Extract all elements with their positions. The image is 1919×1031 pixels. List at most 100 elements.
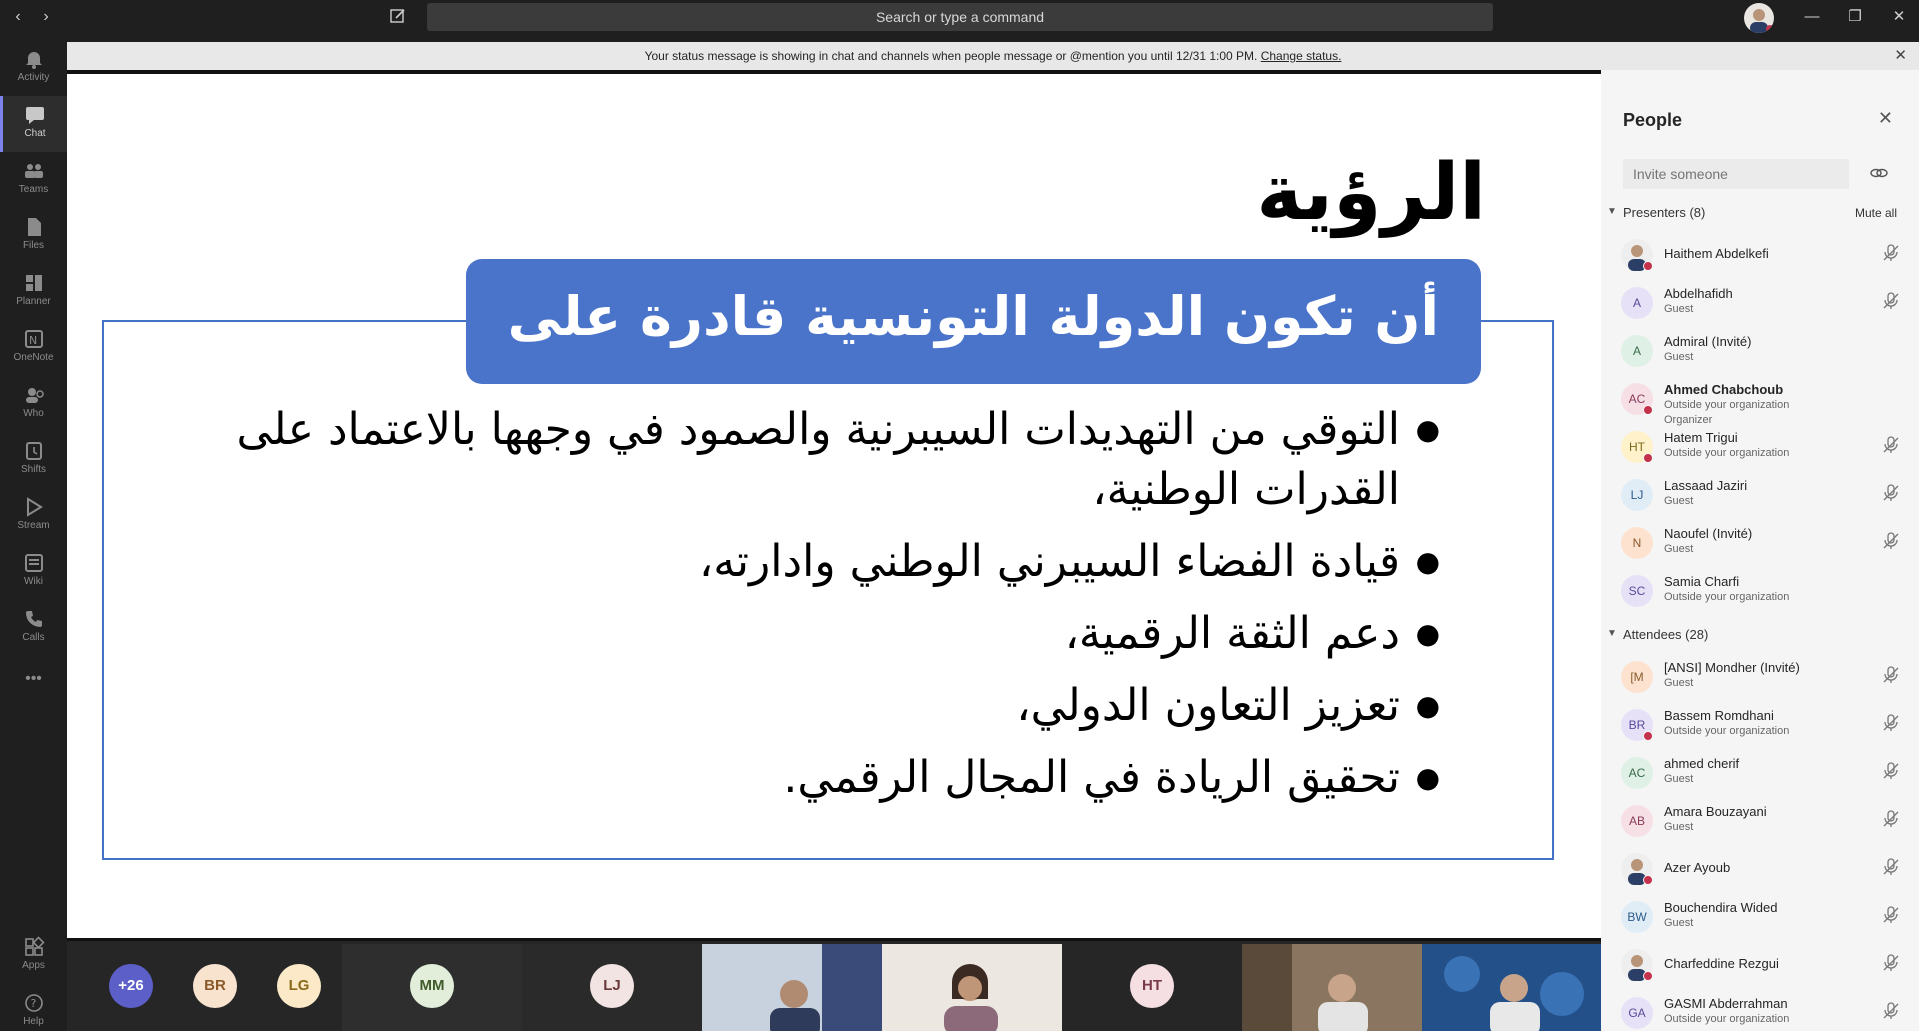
person-role: Guest xyxy=(1664,543,1694,555)
status-dot xyxy=(1643,875,1653,885)
rail-stream[interactable]: Stream xyxy=(0,488,67,544)
participant-tile[interactable]: LG xyxy=(277,944,332,1031)
rail-more[interactable]: ••• xyxy=(0,666,67,696)
mic-muted-icon[interactable] xyxy=(1881,243,1901,263)
person-row[interactable]: SC Samia Charfi Outside your organization xyxy=(1621,569,1906,613)
participant-tile[interactable]: LJ xyxy=(522,944,702,1031)
mic-muted-icon[interactable] xyxy=(1881,1001,1901,1021)
avatar: [M xyxy=(1621,661,1653,693)
mic-muted-icon[interactable] xyxy=(1881,713,1901,733)
avatar: MM xyxy=(410,964,454,1008)
participant-video[interactable] xyxy=(1242,944,1422,1031)
compose-icon[interactable] xyxy=(388,7,408,27)
person-row[interactable]: GA GASMI Abderrahman Outside your organiza… xyxy=(1621,991,1906,1031)
rail-help[interactable]: ? Help xyxy=(0,984,67,1031)
rail-planner[interactable]: Planner xyxy=(0,264,67,320)
bell-icon xyxy=(25,52,42,69)
rail-who[interactable]: Who xyxy=(0,376,67,432)
back-arrow-icon[interactable]: ‹ xyxy=(8,7,28,27)
person-role: Guest xyxy=(1664,773,1694,785)
invite-input[interactable] xyxy=(1623,159,1849,189)
rail-chat[interactable]: Chat xyxy=(0,96,67,152)
person-row[interactable]: N Naoufel (Invité) Guest xyxy=(1621,521,1906,565)
people-panel: People ✕ ▼ Presenters (8) Mute all ▼ Att… xyxy=(1601,70,1919,1031)
avatar: LG xyxy=(277,964,321,1008)
rail-apps[interactable]: Apps xyxy=(0,928,67,984)
rail-activity[interactable]: Activity xyxy=(0,40,67,96)
mic-muted-icon[interactable] xyxy=(1881,809,1901,829)
mic-muted-icon[interactable] xyxy=(1881,905,1901,925)
overflow-count[interactable]: +26 xyxy=(109,964,153,1008)
avatar: N xyxy=(1621,527,1653,559)
slide-bullet: تعزيز التعاون الدولي، xyxy=(200,676,1440,736)
chat-icon xyxy=(26,107,44,124)
avatar: GA xyxy=(1621,997,1653,1029)
person-name: Bouchendira Wided xyxy=(1664,900,1778,915)
change-status-link[interactable]: Change status. xyxy=(1261,49,1342,63)
participant-strip: +26 BR LG MM LJ HT xyxy=(67,938,1601,1031)
person-role: Outside your organization xyxy=(1664,399,1790,411)
person-row[interactable]: A Abdelhafidh Guest xyxy=(1621,281,1906,325)
share-link-icon[interactable] xyxy=(1869,163,1889,183)
presenters-header[interactable]: ▼ Presenters (8) xyxy=(1607,205,1705,220)
files-icon xyxy=(27,218,41,236)
person-role: Outside your organization xyxy=(1664,447,1790,459)
mic-muted-icon[interactable] xyxy=(1881,483,1901,503)
search-input[interactable]: Search or type a command xyxy=(427,3,1493,31)
mute-all-button[interactable]: Mute all xyxy=(1855,206,1897,220)
participant-video[interactable] xyxy=(1422,944,1601,1031)
mic-muted-icon[interactable] xyxy=(1881,665,1901,685)
mic-muted-icon[interactable] xyxy=(1881,953,1901,973)
rail-calls[interactable]: Calls xyxy=(0,600,67,656)
close-icon[interactable]: ✕ xyxy=(1894,42,1907,70)
svg-text:?: ? xyxy=(30,997,36,1010)
person-row[interactable]: AC ahmed cherif Guest xyxy=(1621,751,1906,795)
forward-arrow-icon[interactable]: › xyxy=(36,7,56,27)
slide-bullet: التوقي من التهديدات السيبرنية والصمود في… xyxy=(200,400,1440,520)
person-row[interactable]: HT Hatem Trigui Outside your organization xyxy=(1621,425,1906,469)
mic-muted-icon[interactable] xyxy=(1881,291,1901,311)
rail-teams[interactable]: Teams xyxy=(0,152,67,208)
close-icon[interactable]: ✕ xyxy=(1878,108,1893,129)
slide-banner: أن تكون الدولة التونسية قادرة على xyxy=(466,259,1481,384)
person-row[interactable]: AC Ahmed Chabchoub Outside your organizati… xyxy=(1621,377,1906,426)
rail-wiki[interactable]: Wiki xyxy=(0,544,67,600)
onenote-icon: N xyxy=(24,330,43,348)
avatar[interactable] xyxy=(1744,3,1774,33)
person-row[interactable]: AB Amara Bouzayani Guest xyxy=(1621,799,1906,843)
participant-video[interactable] xyxy=(882,944,1062,1031)
avatar: BR xyxy=(193,964,237,1008)
mic-muted-icon[interactable] xyxy=(1881,531,1901,551)
rail-files[interactable]: Files xyxy=(0,208,67,264)
person-row[interactable]: BW Bouchendira Wided Guest xyxy=(1621,895,1906,939)
person-row[interactable]: [M [ANSI] Mondher (Invité) Guest xyxy=(1621,655,1906,699)
calls-icon xyxy=(25,611,42,627)
participant-tile[interactable]: +26 BR xyxy=(67,944,277,1031)
person-role: Outside your organization xyxy=(1664,1013,1790,1025)
person-row[interactable]: BR Bassem Romdhani Outside your organizati… xyxy=(1621,703,1906,747)
participant-tile[interactable]: MM xyxy=(342,944,522,1031)
mic-muted-icon[interactable] xyxy=(1881,435,1901,455)
avatar: LJ xyxy=(590,964,634,1008)
participant-video[interactable] xyxy=(702,944,882,1031)
person-row[interactable]: LJ Lassaad Jaziri Guest xyxy=(1621,473,1906,517)
person-name: Admiral (Invité) xyxy=(1664,334,1752,349)
wiki-icon xyxy=(24,554,43,572)
person-role: Guest xyxy=(1664,351,1694,363)
avatar: AB xyxy=(1621,805,1653,837)
maximize-button[interactable]: ❐ xyxy=(1843,6,1867,28)
participant-tile[interactable]: HT xyxy=(1062,944,1242,1031)
rail-onenote[interactable]: N OneNote xyxy=(0,320,67,376)
person-row[interactable]: A Admiral (Invité) Guest xyxy=(1621,329,1906,373)
minimize-button[interactable]: — xyxy=(1800,6,1824,28)
person-row[interactable]: Charfeddine Rezgui xyxy=(1621,943,1906,987)
person-row[interactable]: Azer Ayoub xyxy=(1621,847,1906,891)
person-name: [ANSI] Mondher (Invité) xyxy=(1664,660,1800,675)
person-row[interactable]: Haithem Abdelkefi xyxy=(1621,233,1906,277)
close-window-button[interactable]: ✕ xyxy=(1887,6,1911,28)
attendees-header[interactable]: ▼ Attendees (28) xyxy=(1607,627,1708,642)
rail-shifts[interactable]: Shifts xyxy=(0,432,67,488)
status-dot xyxy=(1643,453,1653,463)
mic-muted-icon[interactable] xyxy=(1881,761,1901,781)
mic-muted-icon[interactable] xyxy=(1881,857,1901,877)
